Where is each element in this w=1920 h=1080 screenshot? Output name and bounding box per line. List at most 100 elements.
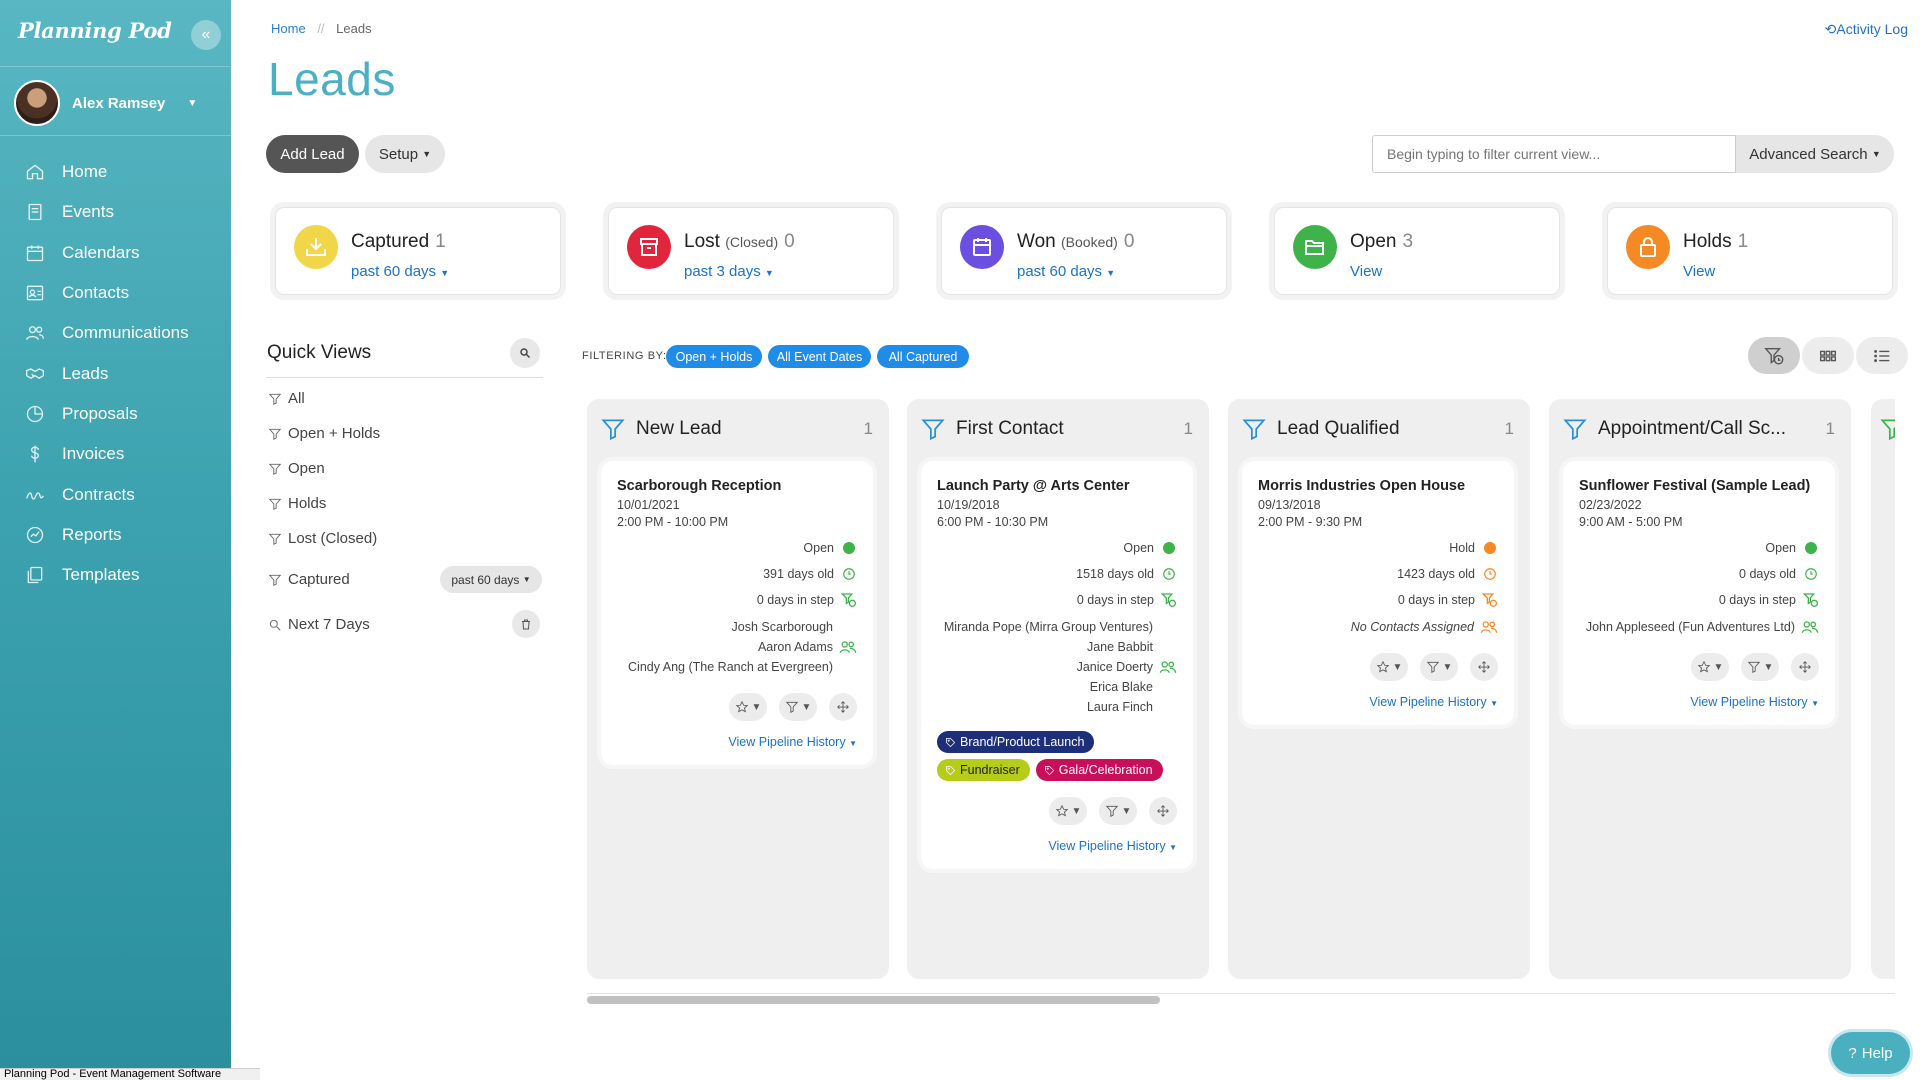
contact-name[interactable]: Josh Scarborough — [628, 617, 833, 637]
rating-button[interactable]: ▼ — [1370, 653, 1408, 681]
view-pipeline-history-link[interactable]: View Pipeline History ▼ — [1579, 681, 1819, 725]
sidebar-item-templates[interactable]: Templates — [0, 555, 231, 595]
breadcrumb-home-link[interactable]: Home — [271, 21, 306, 36]
sidebar-item-leads[interactable]: Leads — [0, 353, 231, 393]
lead-title[interactable]: Scarborough Reception — [617, 478, 857, 494]
stat-title: Captured 1 — [351, 231, 446, 253]
contact-name[interactable]: Cindy Ang (The Ranch at Evergreen) — [628, 657, 833, 677]
setup-button[interactable]: Setup ▼ — [365, 135, 445, 173]
sidebar-item-contacts[interactable]: Contacts — [0, 273, 231, 313]
age-label: 391 days old — [763, 567, 834, 581]
quick-view-lost-closed[interactable]: Lost (Closed) — [268, 530, 377, 547]
contact-name[interactable]: Janice Doerty — [944, 657, 1153, 677]
sidebar-item-events[interactable]: Events — [0, 192, 231, 232]
grid-view-button[interactable] — [1802, 337, 1854, 374]
stat-card-won[interactable]: Won (Booked) 0 past 60 days ▼ — [936, 202, 1232, 300]
stat-range-link[interactable]: past 60 days ▼ — [351, 263, 449, 280]
move-stage-button[interactable]: ▼ — [1741, 653, 1779, 681]
captured-range-dropdown[interactable]: past 60 days ▼ — [440, 566, 542, 593]
event-tag[interactable]: Brand/Product Launch — [937, 731, 1095, 753]
sidebar-item-communications[interactable]: Communications — [0, 313, 231, 353]
quick-view-captured[interactable]: Captured — [268, 571, 350, 588]
list-view-button[interactable] — [1856, 337, 1908, 374]
contact-name[interactable]: Erica Blake — [944, 677, 1153, 697]
rating-button[interactable]: ▼ — [1049, 797, 1087, 825]
pipeline-view-button[interactable] — [1748, 337, 1800, 374]
contact-name[interactable]: Miranda Pope (Mirra Group Ventures) — [944, 617, 1153, 637]
filter-search-input[interactable] — [1372, 135, 1736, 173]
advanced-search-button[interactable]: Advanced Search ▼ — [1736, 135, 1894, 173]
sidebar: Planning Pod « Alex Ramsey ▼ Home Events C… — [0, 0, 231, 1068]
help-button[interactable]: ? Help — [1831, 1032, 1910, 1074]
search-icon — [520, 348, 531, 359]
add-lead-button[interactable]: Add Lead — [266, 135, 359, 173]
contact-name[interactable]: Laura Finch — [944, 697, 1153, 717]
delete-view-button[interactable] — [512, 610, 540, 638]
drag-handle[interactable] — [1470, 653, 1498, 681]
card-actions: ▼ ▼ — [1258, 653, 1498, 681]
stat-card-lost[interactable]: Lost (Closed) 0 past 3 days ▼ — [603, 202, 899, 300]
lead-title[interactable]: Morris Industries Open House — [1258, 478, 1498, 494]
rating-button[interactable]: ▼ — [1691, 653, 1729, 681]
view-pipeline-history-link[interactable]: View Pipeline History ▼ — [617, 721, 857, 765]
rating-button[interactable]: ▼ — [729, 693, 767, 721]
stat-card-holds[interactable]: Holds 1 View — [1602, 202, 1898, 300]
stat-range-link[interactable]: past 3 days ▼ — [684, 263, 774, 280]
card-tags: Brand/Product Launch Fundraiser Gala/Celeb… — [937, 731, 1177, 781]
quick-view-all[interactable]: All — [268, 390, 305, 407]
filter-pill[interactable]: All Captured — [877, 345, 969, 368]
contacts-icon — [1159, 661, 1177, 674]
drag-handle[interactable] — [1791, 653, 1819, 681]
event-tag[interactable]: Fundraiser — [937, 759, 1030, 781]
quick-views-search-button[interactable] — [510, 338, 540, 368]
contact-name[interactable]: Aaron Adams — [628, 637, 833, 657]
sidebar-item-label: Communications — [62, 323, 189, 343]
filter-pill[interactable]: All Event Dates — [768, 345, 871, 368]
quick-view-next-7-days[interactable]: Next 7 Days — [268, 616, 370, 633]
user-name: Alex Ramsey — [72, 94, 166, 112]
scrollbar-thumb[interactable] — [587, 996, 1160, 1004]
view-pipeline-history-link[interactable]: View Pipeline History ▼ — [937, 825, 1177, 869]
lead-title[interactable]: Sunflower Festival (Sample Lead) — [1579, 478, 1819, 494]
activity-log-link[interactable]: ⟲Activity Log — [1825, 21, 1908, 38]
funnel-icon — [268, 463, 282, 475]
sidebar-item-calendars[interactable]: Calendars — [0, 233, 231, 273]
view-pipeline-history-link[interactable]: View Pipeline History ▼ — [1258, 681, 1498, 725]
drag-handle[interactable] — [1149, 797, 1177, 825]
collapse-sidebar-button[interactable]: « — [191, 20, 221, 50]
caret-down-icon: ▼ — [1763, 661, 1774, 673]
stat-card-open[interactable]: Open 3 View — [1269, 202, 1565, 300]
filter-pill[interactable]: Open + Holds — [666, 345, 762, 368]
event-tag[interactable]: Gala/Celebration — [1035, 759, 1163, 781]
sidebar-item-proposals[interactable]: Proposals — [0, 394, 231, 434]
quick-view-open-holds[interactable]: Open + Holds — [268, 425, 380, 442]
contact-name[interactable]: Jane Babbit — [944, 637, 1153, 657]
stat-range-link[interactable]: View — [1683, 263, 1715, 280]
sidebar-item-reports[interactable]: Reports — [0, 515, 231, 555]
lead-card[interactable]: Scarborough Reception 10/01/2021 2:00 PM -… — [601, 461, 873, 765]
sidebar-item-label: Home — [62, 162, 108, 182]
stat-range-link[interactable]: View — [1350, 263, 1382, 280]
move-stage-button[interactable]: ▼ — [1420, 653, 1458, 681]
lead-card[interactable]: Sunflower Festival (Sample Lead) 02/23/20… — [1563, 461, 1835, 725]
lead-title[interactable]: Launch Party @ Arts Center — [937, 478, 1177, 494]
sidebar-item-invoices[interactable]: Invoices — [0, 434, 231, 474]
move-stage-button[interactable]: ▼ — [779, 693, 817, 721]
lead-card[interactable]: Morris Industries Open House 09/13/2018 2:… — [1242, 461, 1514, 725]
user-menu[interactable]: Alex Ramsey ▼ — [14, 80, 197, 126]
stat-card-captured[interactable]: Captured 1 past 60 days ▼ — [270, 202, 566, 300]
move-stage-button[interactable]: ▼ — [1099, 797, 1137, 825]
quick-view-holds[interactable]: Holds — [268, 495, 326, 512]
sidebar-item-contracts[interactable]: Contracts — [0, 474, 231, 514]
age-label: 0 days old — [1739, 567, 1796, 581]
quick-view-open[interactable]: Open — [268, 460, 325, 477]
sidebar-item-home[interactable]: Home — [0, 152, 231, 192]
stat-range-link[interactable]: past 60 days ▼ — [1017, 263, 1115, 280]
contact-name[interactable]: John Appleseed (Fun Adventures Ltd) — [1586, 617, 1795, 637]
lead-card[interactable]: Launch Party @ Arts Center 10/19/2018 6:00… — [921, 461, 1193, 869]
sidebar-item-label: Events — [62, 202, 114, 222]
status-dot — [1484, 542, 1496, 554]
dollar-icon — [24, 443, 46, 465]
drag-handle[interactable] — [829, 693, 857, 721]
app-logo[interactable]: Planning Pod — [18, 18, 172, 43]
